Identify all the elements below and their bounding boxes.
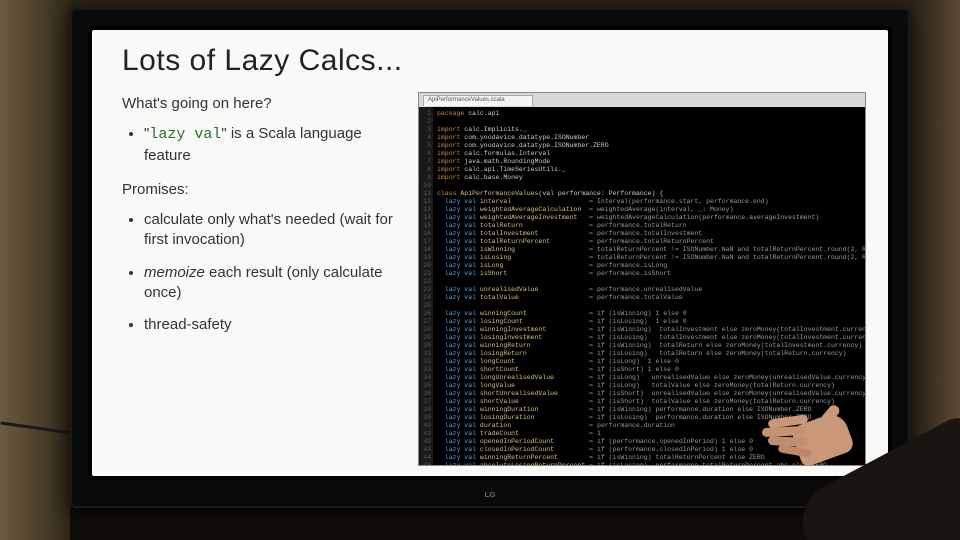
scene-photo: LG Lots of Lazy Calcs... What's going on… [0, 0, 960, 540]
bullet-lazy-val: "lazy val" is a Scala language feature [144, 124, 402, 166]
slide-text-column: What's going on here? "lazy val" is a Sc… [122, 92, 402, 466]
tv-monitor: LG Lots of Lazy Calcs... What's going on… [70, 8, 910, 508]
promise-1: calculate only what's needed (wait for f… [144, 210, 402, 251]
slide-title: Lots of Lazy Calcs... [122, 44, 866, 78]
editor-tab: ApiPerformanceValues.scala [423, 95, 533, 106]
editor-tab-bar: ApiPerformanceValues.scala [419, 93, 865, 107]
wall-left [0, 0, 70, 540]
lazy-val-keyword: lazy val [149, 126, 221, 143]
wall-right [910, 0, 960, 540]
tv-brand-logo: LG [474, 486, 506, 502]
code-editor-screenshot: ApiPerformanceValues.scala 1 2 3 4 5 6 7… [418, 92, 866, 466]
code-body: package calc.api import calc.Implicits._… [433, 107, 865, 465]
presentation-slide: Lots of Lazy Calcs... What's going on he… [92, 30, 888, 476]
slide-intro: What's going on here? [122, 94, 402, 114]
memoize-em: memoize [144, 264, 205, 281]
promise-2: memoize each result (only calculate once… [144, 263, 402, 304]
code-editor: 1 2 3 4 5 6 7 8 9 10 11 12 13 14 15 16 1… [419, 107, 865, 465]
svg-text:LG: LG [485, 490, 496, 499]
promise-3: thread-safety [144, 315, 402, 335]
line-gutter: 1 2 3 4 5 6 7 8 9 10 11 12 13 14 15 16 1… [419, 107, 433, 465]
promises-heading: Promises: [122, 180, 402, 200]
